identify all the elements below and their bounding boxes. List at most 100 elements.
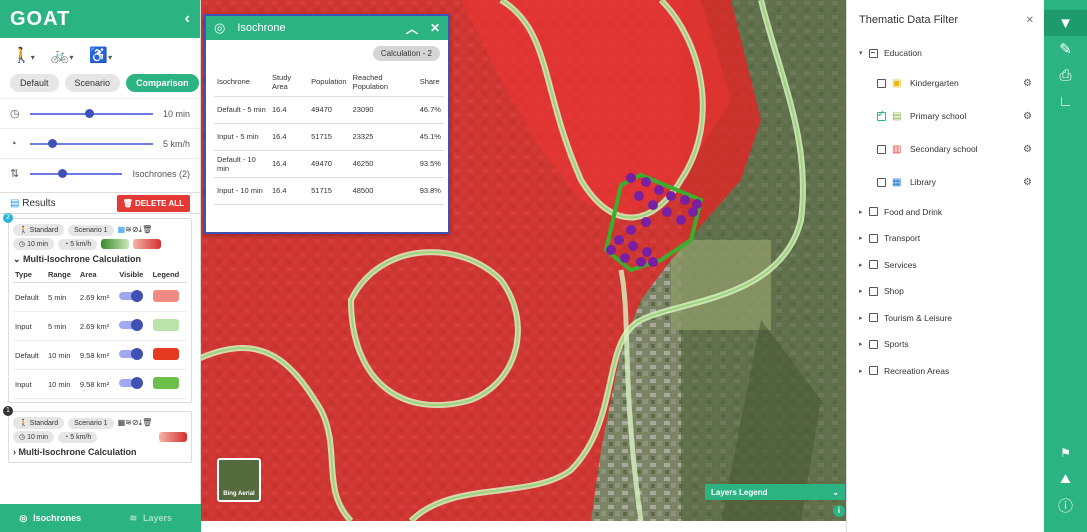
time-tag-label: 10 min bbox=[27, 241, 49, 248]
legend-swatch[interactable] bbox=[152, 348, 179, 360]
visible-toggle[interactable] bbox=[119, 348, 144, 360]
primary-school-checkbox[interactable] bbox=[877, 109, 886, 121]
language-flag-icon[interactable]: ⚑ bbox=[1044, 440, 1087, 466]
left-panel: GOAT ‹ 🚶▾ 🚲▾ ♿▾ Default Scenario Compari… bbox=[0, 0, 201, 532]
category-checkbox[interactable] bbox=[869, 260, 878, 270]
measure-icon[interactable]: ∟ bbox=[1044, 88, 1087, 114]
close-icon[interactable]: ✕ bbox=[430, 21, 440, 35]
calc-title[interactable]: ⌄ Multi-Isochrone Calculation bbox=[13, 254, 187, 265]
isochrones-slider-knob[interactable] bbox=[57, 168, 67, 178]
gear-icon[interactable]: ⚙ bbox=[1023, 78, 1032, 89]
filter-item-library[interactable]: ▦ Library ⚙ bbox=[847, 166, 1044, 199]
chevron-down-icon[interactable]: ▾ bbox=[859, 49, 869, 57]
chevron-right-icon[interactable]: ▸ bbox=[859, 287, 869, 295]
chevron-right-icon[interactable]: ▸ bbox=[859, 261, 869, 269]
speed-slider-knob[interactable] bbox=[48, 138, 58, 148]
gear-icon[interactable]: ⚙ bbox=[1023, 177, 1032, 188]
speed-slider[interactable] bbox=[30, 138, 153, 148]
category-checkbox[interactable] bbox=[869, 233, 878, 243]
filter-icon[interactable]: ▼ bbox=[1044, 10, 1087, 36]
layers-icon[interactable]: ≋ bbox=[125, 418, 132, 427]
minimize-icon[interactable]: ︿ bbox=[406, 20, 418, 37]
calc-title[interactable]: › Multi-Isochrone Calculation bbox=[13, 447, 187, 457]
walk-mode-icon[interactable]: 🚶▾ bbox=[12, 46, 35, 64]
chevron-right-icon[interactable]: ▸ bbox=[859, 340, 869, 348]
isochrones-slider[interactable] bbox=[30, 168, 123, 178]
visible-toggle[interactable] bbox=[119, 290, 144, 302]
tag-label: Standard bbox=[29, 420, 59, 427]
table-row: Default 10 min 9.58 km² bbox=[13, 340, 187, 370]
filter-category-education[interactable]: ▾ Education bbox=[847, 40, 1044, 67]
delete-icon[interactable]: 🗑 bbox=[142, 225, 152, 234]
th-share: Share bbox=[416, 68, 444, 97]
card-actions[interactable]: ▦≋⊘⤓🗑 bbox=[118, 225, 153, 235]
delete-icon[interactable]: 🗑 bbox=[142, 418, 152, 427]
tab-layers[interactable]: ≋ Layers bbox=[101, 504, 202, 532]
edit-icon[interactable]: ✎ bbox=[1044, 36, 1087, 62]
education-checkbox[interactable] bbox=[869, 48, 878, 58]
category-checkbox[interactable] bbox=[869, 366, 878, 376]
legend-swatch[interactable] bbox=[152, 319, 179, 331]
filter-category-tourism-leisure[interactable]: ▸ Tourism & Leisure bbox=[847, 305, 1044, 332]
visibility-off-icon[interactable]: ⊘ bbox=[132, 225, 139, 234]
chevron-right-icon[interactable]: ▸ bbox=[859, 208, 869, 216]
filter-category-transport[interactable]: ▸ Transport bbox=[847, 225, 1044, 252]
close-icon[interactable]: ✕ bbox=[1026, 15, 1034, 26]
default-gradient bbox=[159, 432, 187, 442]
kindergarten-checkbox[interactable] bbox=[877, 78, 886, 88]
filter-item-primary-school[interactable]: ▤ Primary school ⚙ bbox=[847, 100, 1044, 133]
filter-item-secondary-school[interactable]: ▥ Secondary school ⚙ bbox=[847, 133, 1044, 166]
time-slider[interactable] bbox=[30, 108, 153, 118]
filter-category-sports[interactable]: ▸ Sports bbox=[847, 331, 1044, 358]
cell-area: 9.58 km² bbox=[77, 369, 118, 399]
print-icon[interactable]: ⎙ bbox=[1044, 62, 1087, 88]
info-icon[interactable]: ⓘ bbox=[1044, 492, 1087, 518]
chevron-right-icon[interactable]: ▸ bbox=[859, 367, 869, 375]
tab-isochrones[interactable]: ◎ Isochrones bbox=[0, 504, 101, 532]
visible-toggle[interactable] bbox=[119, 377, 144, 389]
visibility-off-icon[interactable]: ⊘ bbox=[132, 418, 139, 427]
cell: 49470 bbox=[308, 96, 350, 124]
filter-category-food-and-drink[interactable]: ▸ Food and Drink bbox=[847, 199, 1044, 226]
filter-item-kindergarten[interactable]: ▣ Kindergarten ⚙ bbox=[847, 67, 1044, 100]
delete-all-button[interactable]: 🗑 DELETE ALL bbox=[116, 194, 190, 212]
table-icon[interactable]: ▦ bbox=[118, 418, 126, 427]
layers-icon[interactable]: ≋ bbox=[125, 225, 132, 234]
filter-category-shop[interactable]: ▸ Shop bbox=[847, 278, 1044, 305]
filter-category-recreation-areas[interactable]: ▸ Recreation Areas bbox=[847, 358, 1044, 385]
th-range: Range bbox=[45, 267, 78, 283]
map-info-icon[interactable]: i bbox=[833, 505, 845, 517]
filter-category-services[interactable]: ▸ Services bbox=[847, 252, 1044, 279]
card-tags: 🚶 Standard Scenario 1 ▦≋⊘⤓🗑 bbox=[13, 417, 187, 429]
item-label: Secondary school bbox=[910, 144, 978, 154]
gear-icon[interactable]: ⚙ bbox=[1023, 111, 1032, 122]
gear-icon[interactable]: ⚙ bbox=[1023, 144, 1032, 155]
legend-swatch[interactable] bbox=[152, 290, 179, 302]
default-button[interactable]: Default bbox=[10, 74, 59, 92]
cell-area: 9.58 km² bbox=[77, 340, 118, 370]
legend-swatch[interactable] bbox=[152, 377, 179, 389]
collapse-panel-icon[interactable]: ‹ bbox=[185, 10, 190, 28]
category-checkbox[interactable] bbox=[869, 313, 878, 323]
category-checkbox[interactable] bbox=[869, 339, 878, 349]
basemap-switcher[interactable]: Bing Aerial bbox=[217, 458, 261, 502]
time-slider-knob[interactable] bbox=[85, 108, 95, 118]
th-legend: Legend bbox=[150, 267, 187, 283]
chevron-right-icon[interactable]: ▸ bbox=[859, 234, 869, 242]
table-icon[interactable]: ▦ bbox=[118, 225, 126, 234]
chevron-right-icon[interactable]: ▸ bbox=[859, 314, 869, 322]
card-params: ◷ 10 min ◔ 5 km/h bbox=[13, 431, 187, 443]
wheelchair-mode-icon[interactable]: ♿▾ bbox=[89, 46, 112, 64]
category-checkbox[interactable] bbox=[869, 286, 878, 296]
secondary-school-checkbox[interactable] bbox=[877, 144, 886, 154]
map-icon[interactable]: ⛰ bbox=[1044, 466, 1087, 492]
layers-legend-bar[interactable]: Layers Legend ⌄ bbox=[705, 484, 845, 500]
scenario-button[interactable]: Scenario bbox=[64, 74, 121, 92]
card-actions[interactable]: ▦≋⊘⤓🗑 bbox=[118, 418, 153, 428]
visible-toggle[interactable] bbox=[119, 319, 144, 331]
library-checkbox[interactable] bbox=[877, 177, 886, 187]
category-checkbox[interactable] bbox=[869, 207, 878, 217]
comparison-button[interactable]: Comparison bbox=[126, 74, 199, 92]
speed-tag-label: 5 km/h bbox=[70, 433, 92, 441]
bike-mode-icon[interactable]: 🚲▾ bbox=[51, 46, 74, 64]
